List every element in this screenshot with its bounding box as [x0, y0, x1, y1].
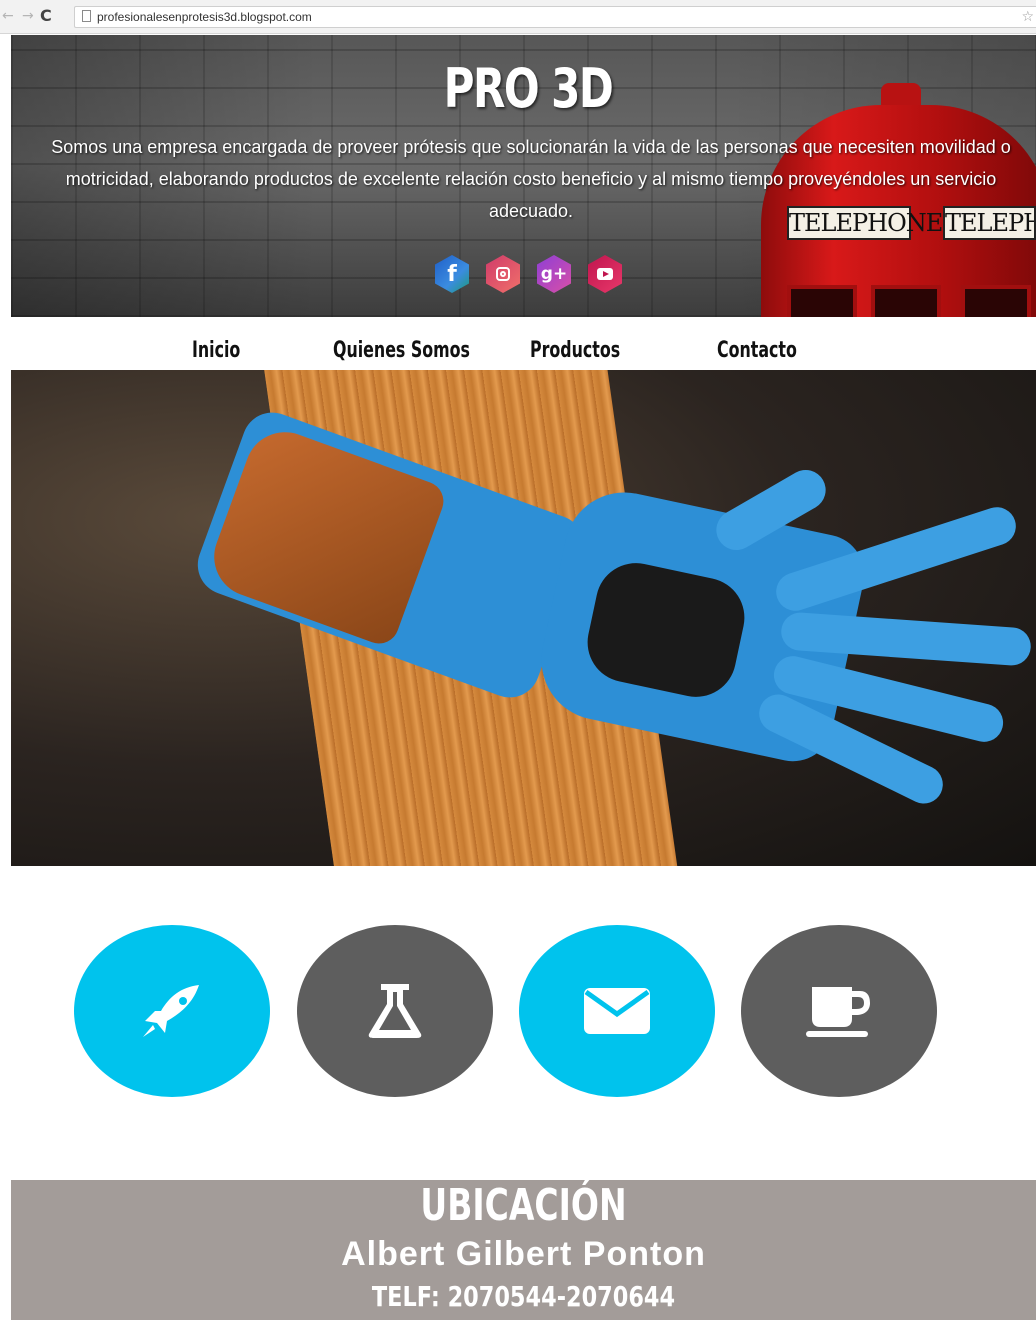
- site-description: Somos una empresa encargada de proveer p…: [51, 137, 1011, 221]
- rocket-icon: [143, 985, 199, 1037]
- bookmark-star-icon[interactable]: ☆: [1021, 9, 1034, 25]
- phonebox-window: [787, 285, 857, 317]
- google-plus-link[interactable]: g+: [537, 255, 571, 293]
- footer-title: UBICACIÓN: [420, 1180, 627, 1231]
- feature-flask-circle[interactable]: [297, 925, 493, 1097]
- envelope-icon: [584, 988, 650, 1034]
- nav-productos[interactable]: Productos: [530, 338, 620, 363]
- coffee-cup-icon: [806, 987, 870, 1037]
- nav-contacto[interactable]: Contacto: [717, 338, 797, 363]
- google-plus-icon: g+: [537, 255, 571, 293]
- facebook-link[interactable]: f: [435, 255, 469, 293]
- location-footer: UBICACIÓN Albert Gilbert Ponton TELF: 20…: [11, 1180, 1036, 1320]
- page-icon: [82, 10, 91, 22]
- hero-prosthetic-hand-image: [11, 370, 1036, 866]
- site-title[interactable]: PRO 3D: [125, 57, 932, 120]
- address-bar[interactable]: profesionalesenprotesis3d.blogspot.com ☆: [74, 6, 1036, 28]
- instagram-icon: [486, 255, 520, 293]
- browser-toolbar: ← → C profesionalesenprotesis3d.blogspot…: [0, 0, 1036, 34]
- feature-coffee-circle[interactable]: [741, 925, 937, 1097]
- youtube-link[interactable]: [588, 255, 622, 293]
- url-text[interactable]: profesionalesenprotesis3d.blogspot.com: [97, 10, 312, 24]
- youtube-icon: [588, 255, 622, 293]
- forward-arrow-icon[interactable]: →: [22, 8, 34, 24]
- nav-inicio[interactable]: Inicio: [192, 338, 240, 363]
- reload-icon[interactable]: C: [40, 6, 52, 25]
- footer-phone: TELF: 2070544-2070644: [371, 1280, 676, 1313]
- phonebox-window: [961, 285, 1031, 317]
- phonebox-window: [871, 285, 941, 317]
- flask-icon: [368, 984, 422, 1038]
- site-header: TELEPHONE TELEPHONE PRO 3D Somos una emp…: [11, 35, 1036, 317]
- instagram-link[interactable]: [486, 255, 520, 293]
- feature-envelope-circle[interactable]: [519, 925, 715, 1097]
- facebook-icon: f: [435, 255, 469, 293]
- back-arrow-icon[interactable]: ←: [2, 8, 14, 24]
- footer-contact-name: Albert Gilbert Ponton: [341, 1235, 706, 1273]
- nav-quienes-somos[interactable]: Quienes Somos: [333, 338, 470, 363]
- feature-rocket-circle[interactable]: [74, 925, 270, 1097]
